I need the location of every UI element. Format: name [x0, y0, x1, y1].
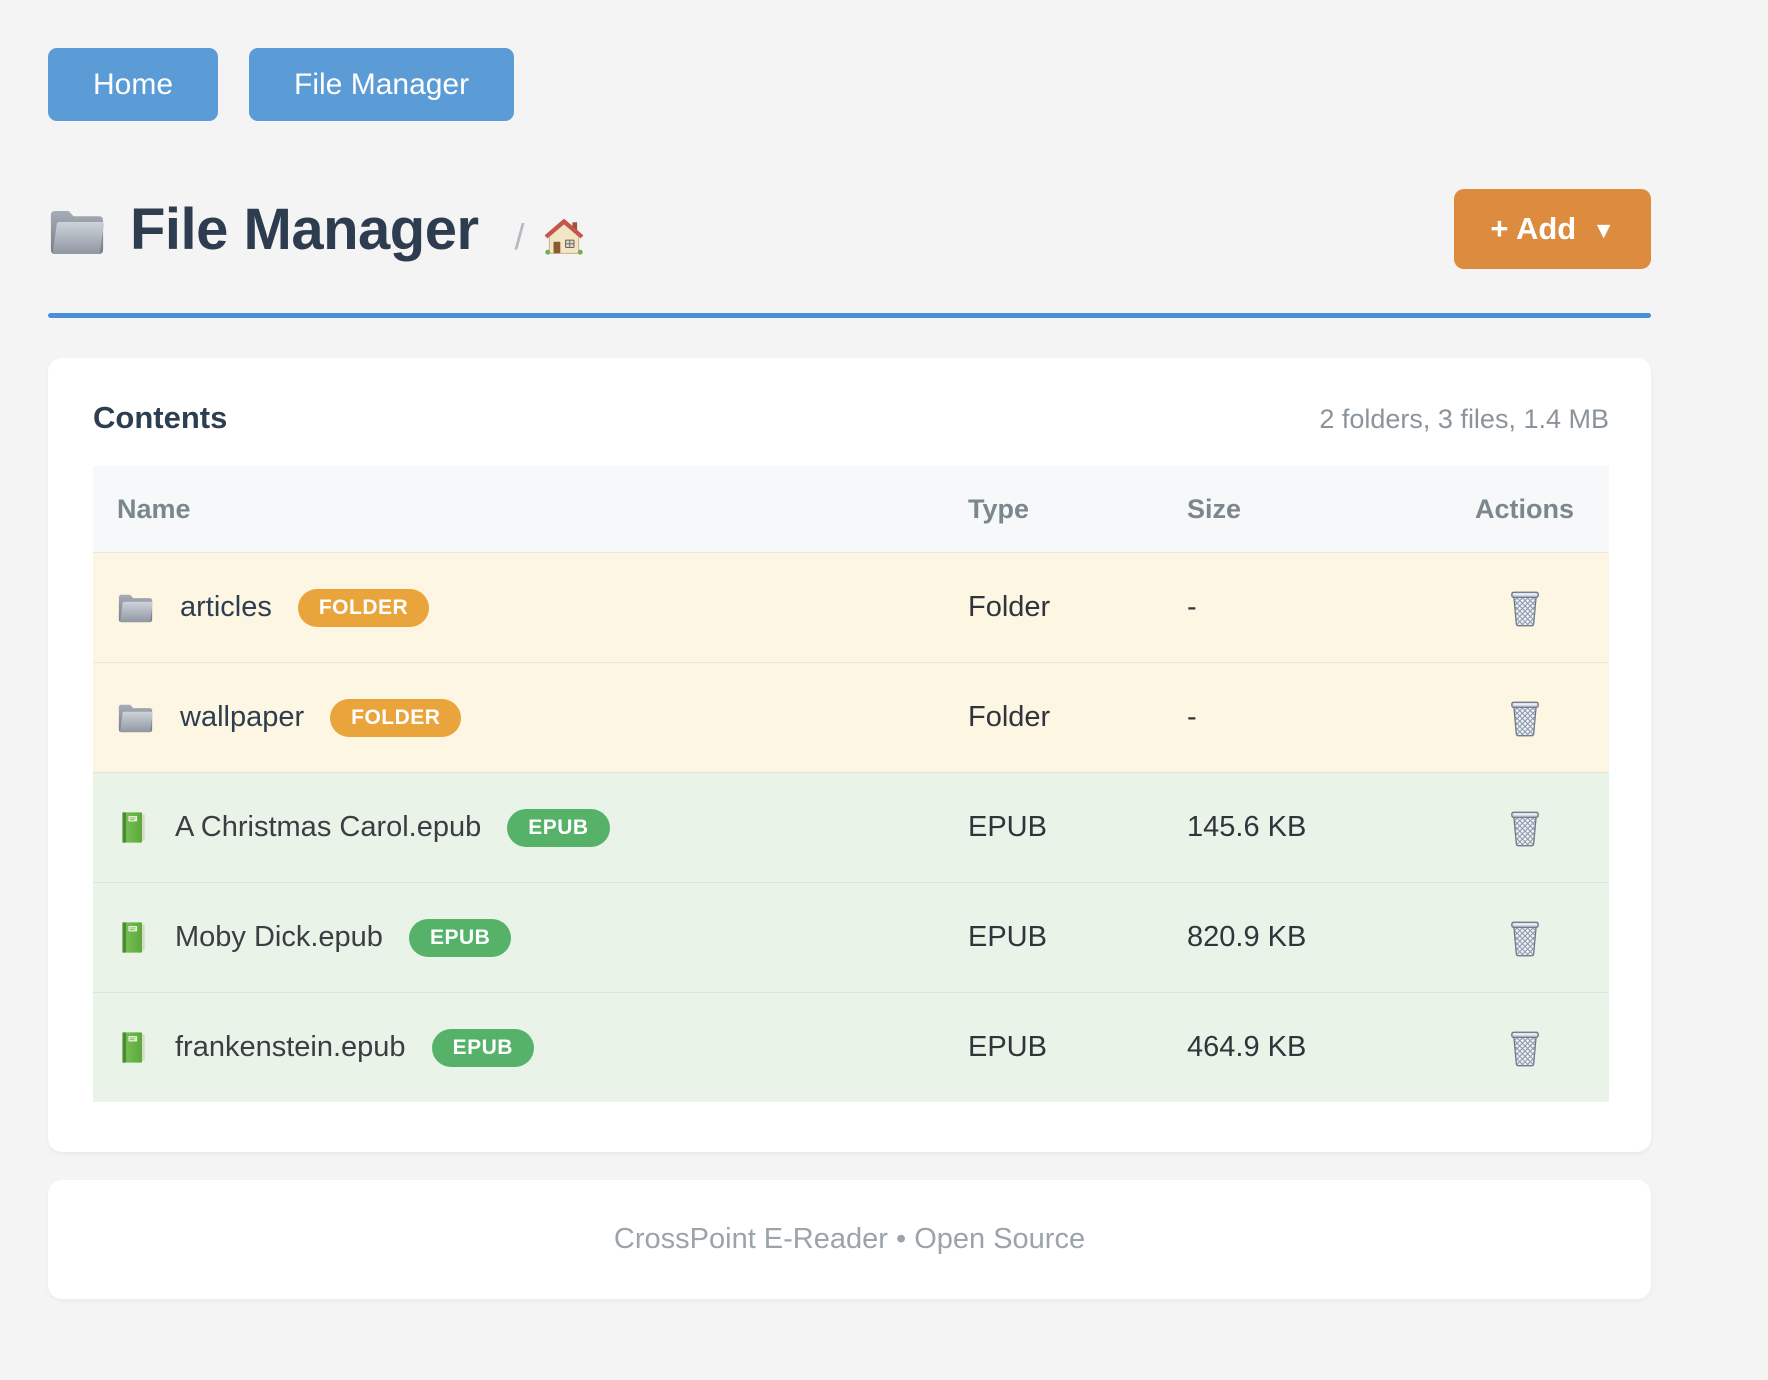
column-header-name: Name: [93, 494, 968, 525]
trash-icon: [1507, 698, 1543, 738]
table-row: wallpaper FOLDER Folder -: [93, 662, 1609, 772]
file-table: Name Type Size Actions articles FOLDER F…: [93, 466, 1609, 1102]
table-row: articles FOLDER Folder -: [93, 552, 1609, 662]
breadcrumb: /: [515, 216, 585, 258]
column-header-actions: Actions: [1440, 494, 1609, 525]
green-book-icon: [117, 811, 149, 844]
type-cell: Folder: [968, 701, 1187, 734]
type-cell: EPUB: [968, 1031, 1187, 1064]
actions-cell: [1440, 808, 1609, 848]
contents-heading: Contents: [93, 400, 227, 436]
contents-card: Contents 2 folders, 3 files, 1.4 MB Name…: [48, 358, 1651, 1152]
folder-icon: [48, 206, 106, 256]
delete-button[interactable]: [1507, 698, 1543, 738]
page-header: File Manager / + Add ▼: [48, 189, 1651, 269]
delete-button[interactable]: [1507, 808, 1543, 848]
green-book-icon: [117, 921, 149, 954]
page-container: Home File Manager File Manager / + Add ▼…: [48, 0, 1651, 1299]
size-cell: -: [1187, 591, 1440, 624]
actions-cell: [1440, 588, 1609, 628]
type-badge: EPUB: [432, 1029, 534, 1067]
table-row: Moby Dick.epub EPUB EPUB 820.9 KB: [93, 882, 1609, 992]
actions-cell: [1440, 698, 1609, 738]
type-badge: FOLDER: [298, 589, 429, 627]
folder-icon: [117, 591, 154, 624]
footer-card: CrossPoint E-Reader • Open Source: [48, 1180, 1651, 1299]
type-cell: EPUB: [968, 811, 1187, 844]
file-name-link[interactable]: articles: [180, 591, 272, 624]
file-name-link[interactable]: A Christmas Carol.epub: [175, 811, 481, 844]
type-badge: EPUB: [409, 919, 511, 957]
trash-icon: [1507, 588, 1543, 628]
file-name-link[interactable]: Moby Dick.epub: [175, 921, 383, 954]
chevron-down-icon: ▼: [1592, 214, 1615, 244]
size-cell: 820.9 KB: [1187, 921, 1440, 954]
add-button[interactable]: + Add ▼: [1454, 189, 1651, 269]
contents-card-header: Contents 2 folders, 3 files, 1.4 MB: [93, 400, 1609, 436]
delete-button[interactable]: [1507, 588, 1543, 628]
actions-cell: [1440, 1028, 1609, 1068]
table-body: articles FOLDER Folder - wallpaper FOLDE…: [93, 552, 1609, 1102]
name-cell: A Christmas Carol.epub EPUB: [93, 809, 968, 847]
table-row: frankenstein.epub EPUB EPUB 464.9 KB: [93, 992, 1609, 1102]
green-book-icon: [117, 1031, 149, 1064]
top-nav: Home File Manager: [48, 0, 1651, 121]
name-cell: articles FOLDER: [93, 589, 968, 627]
house-icon[interactable]: [543, 217, 585, 257]
name-cell: wallpaper FOLDER: [93, 699, 968, 737]
folder-icon: [117, 701, 154, 734]
delete-button[interactable]: [1507, 1028, 1543, 1068]
home-button[interactable]: Home: [48, 48, 218, 121]
title-group: File Manager /: [48, 196, 1454, 263]
trash-icon: [1507, 918, 1543, 958]
contents-summary: 2 folders, 3 files, 1.4 MB: [1319, 404, 1609, 435]
size-cell: 464.9 KB: [1187, 1031, 1440, 1064]
name-cell: frankenstein.epub EPUB: [93, 1029, 968, 1067]
trash-icon: [1507, 1028, 1543, 1068]
size-cell: -: [1187, 701, 1440, 734]
column-header-size: Size: [1187, 494, 1440, 525]
file-name-link[interactable]: frankenstein.epub: [175, 1031, 406, 1064]
table-header-row: Name Type Size Actions: [93, 466, 1609, 552]
footer-text: CrossPoint E-Reader • Open Source: [614, 1223, 1085, 1256]
add-button-label: + Add: [1490, 211, 1576, 247]
header-divider: [48, 313, 1651, 318]
column-header-type: Type: [968, 494, 1187, 525]
type-cell: Folder: [968, 591, 1187, 624]
actions-cell: [1440, 918, 1609, 958]
name-cell: Moby Dick.epub EPUB: [93, 919, 968, 957]
trash-icon: [1507, 808, 1543, 848]
size-cell: 145.6 KB: [1187, 811, 1440, 844]
breadcrumb-separator: /: [515, 216, 525, 258]
file-name-link[interactable]: wallpaper: [180, 701, 304, 734]
type-cell: EPUB: [968, 921, 1187, 954]
type-badge: FOLDER: [330, 699, 461, 737]
type-badge: EPUB: [507, 809, 609, 847]
file-manager-button[interactable]: File Manager: [249, 48, 514, 121]
page-title: File Manager: [130, 196, 479, 263]
table-row: A Christmas Carol.epub EPUB EPUB 145.6 K…: [93, 772, 1609, 882]
delete-button[interactable]: [1507, 918, 1543, 958]
